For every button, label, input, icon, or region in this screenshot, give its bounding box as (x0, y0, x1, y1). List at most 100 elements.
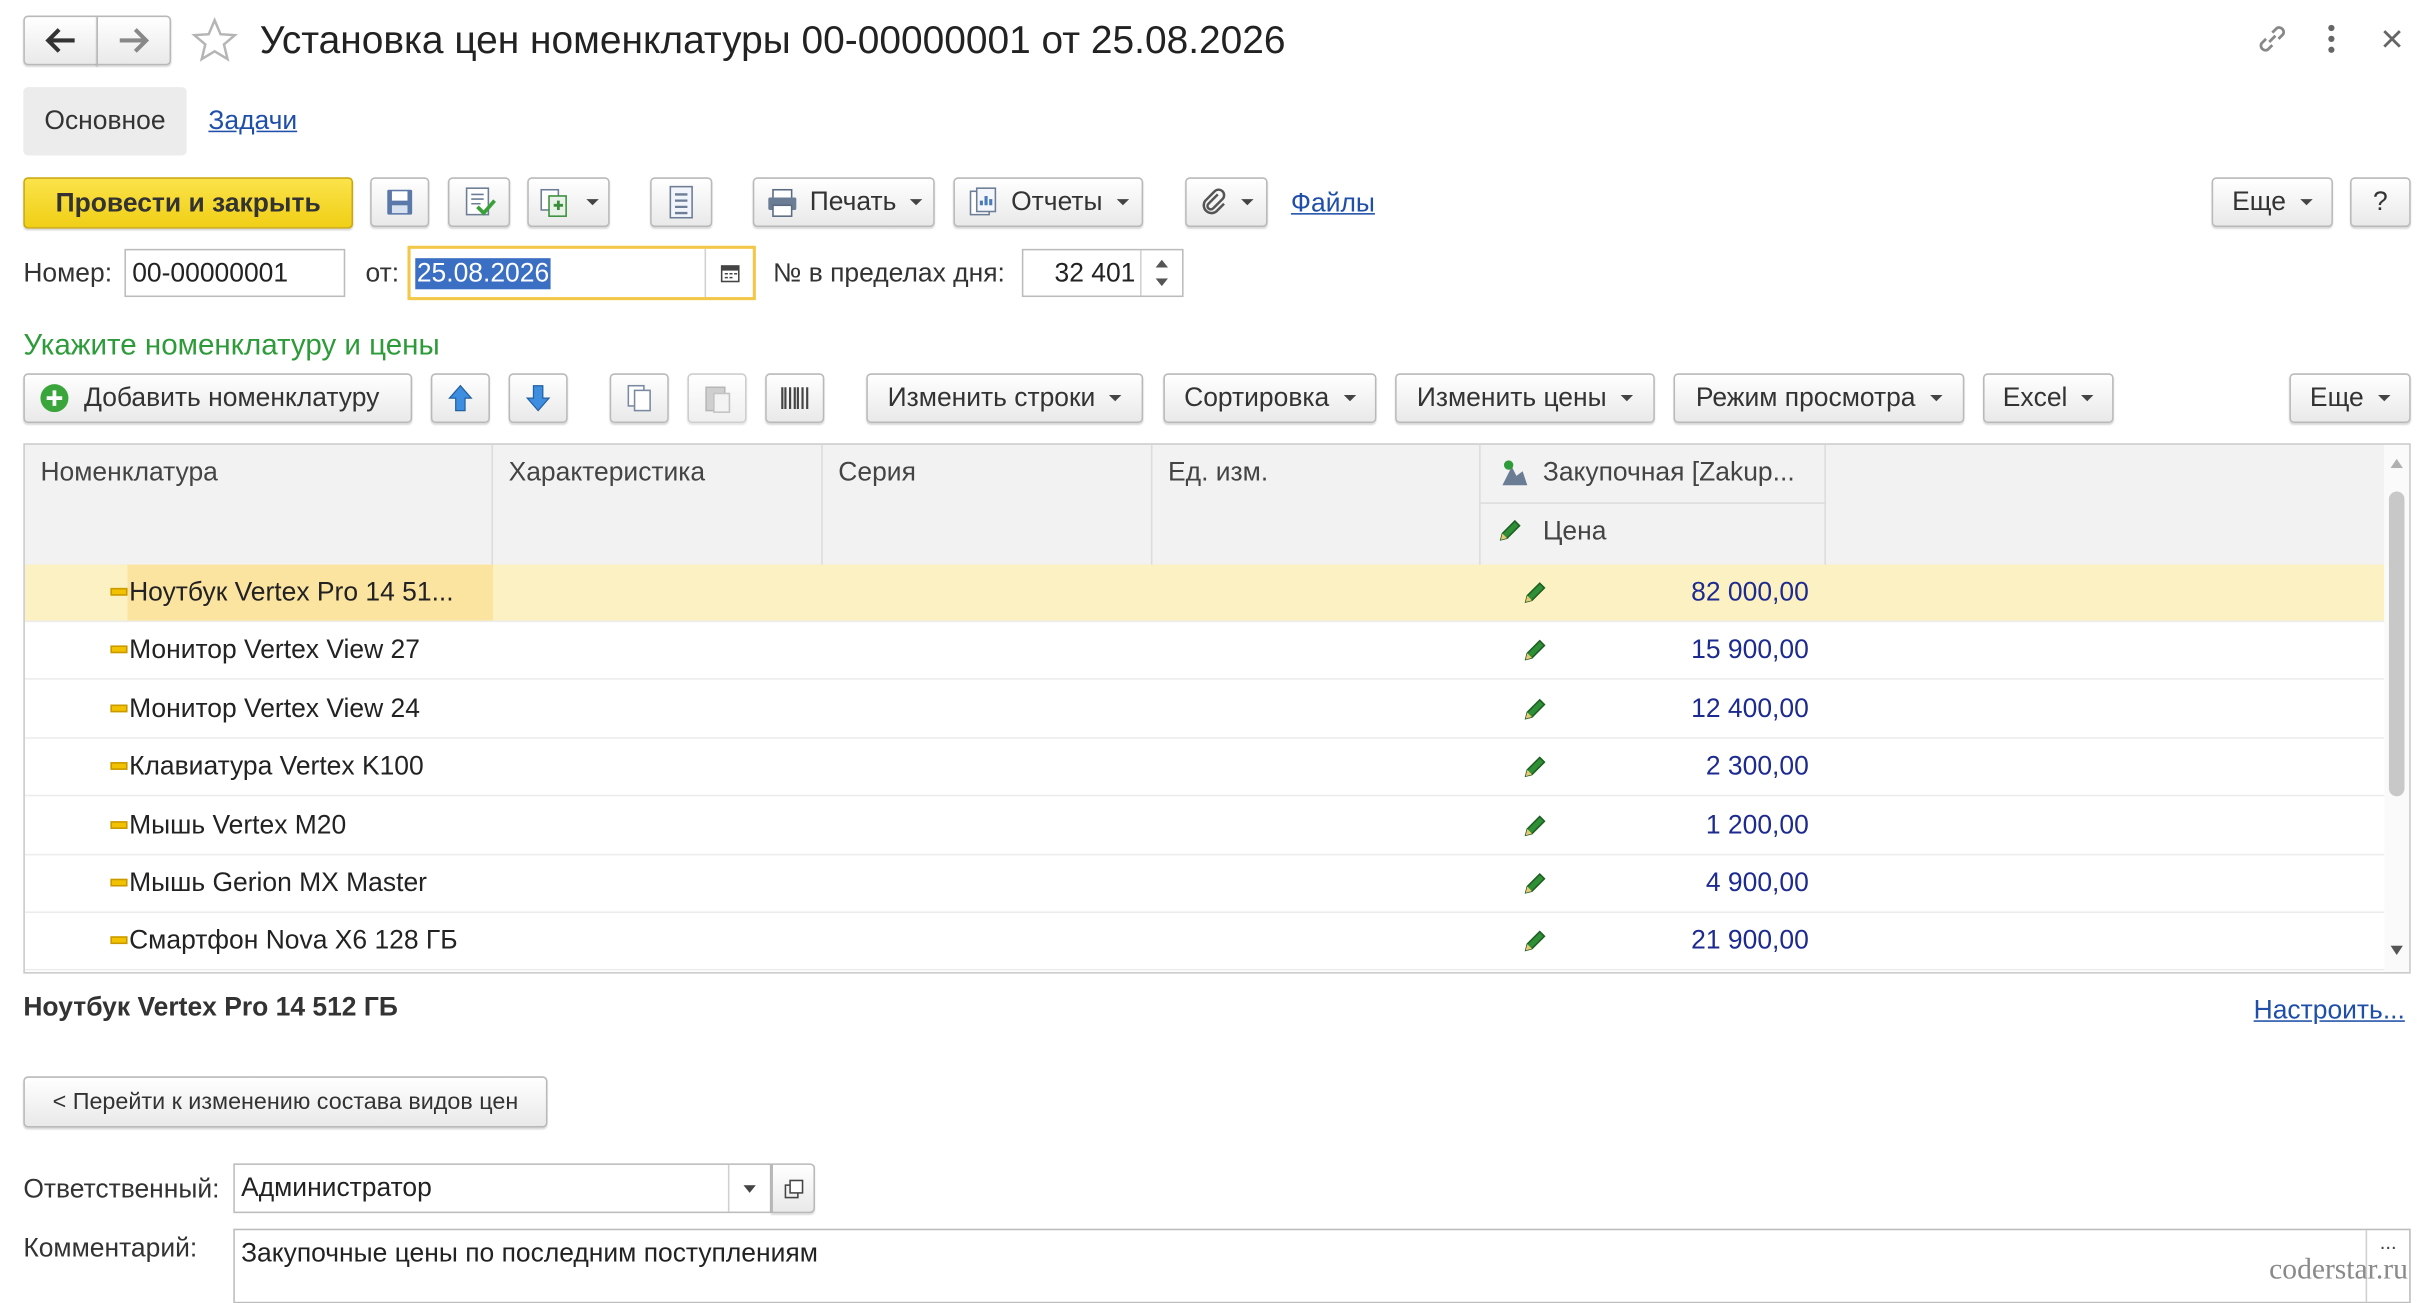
table-row[interactable]: Мышь Gerion MX Master 4 900,00 (24, 855, 2385, 913)
create-based-icon (540, 188, 567, 217)
move-up-button[interactable] (430, 373, 490, 424)
price-cell[interactable]: 15 900,00 (1565, 623, 1809, 679)
close-icon[interactable] (2380, 26, 2405, 51)
spin-up-icon (1155, 259, 1169, 268)
item-name-cell[interactable]: Клавиатура Vertex K100 (128, 739, 493, 795)
change-rows-button[interactable]: Изменить строки (866, 373, 1144, 424)
create-based-on-button[interactable] (527, 177, 610, 228)
table-row[interactable]: Смартфон Nova X6 128 ГБ 21 900,00 (24, 914, 2385, 972)
item-marker-icon (110, 704, 128, 713)
print-button[interactable]: Печать (752, 177, 935, 228)
date-label: от: (365, 258, 400, 288)
item-name-cell[interactable]: Мышь Vertex M20 (128, 797, 493, 853)
list-document-icon (669, 185, 693, 219)
pencil-icon (1521, 695, 1549, 723)
tab-main[interactable]: Основное (23, 87, 187, 156)
chevron-down-icon (743, 1184, 756, 1193)
col-header-price[interactable]: Цена (1481, 503, 1826, 565)
responsible-dropdown-button[interactable] (727, 1164, 770, 1212)
daynum-field[interactable]: 32 401 (1021, 248, 1184, 298)
pencil-icon (1521, 928, 1549, 956)
table-row[interactable]: Монитор Vertex View 24 12 400,00 (24, 681, 2385, 739)
daynum-spinner[interactable] (1140, 250, 1182, 296)
table-row[interactable]: Ноутбук Vertex Pro 14 51... 82 000,00 (24, 564, 2385, 623)
spin-down-icon (1155, 278, 1169, 287)
sort-button[interactable]: Сортировка (1163, 373, 1377, 424)
table-header: Номенклатура Характеристика Серия Ед. из… (24, 444, 2385, 567)
change-prices-button[interactable]: Изменить цены (1395, 373, 1655, 424)
scroll-thumb[interactable] (2388, 491, 2405, 797)
price-cell[interactable]: 4 900,00 (1565, 855, 1809, 911)
number-field[interactable]: 00-00000001 (124, 248, 346, 298)
table-more-button[interactable]: Еще (2289, 373, 2411, 424)
back-button[interactable] (23, 15, 98, 66)
comment-field[interactable]: Закупочные цены по последним поступления… (233, 1228, 2411, 1303)
price-cell[interactable]: 2 300,00 (1565, 739, 1809, 795)
number-label: Номер: (23, 258, 113, 288)
responsible-field[interactable]: Администратор (233, 1163, 772, 1214)
reports-icon (969, 187, 997, 216)
item-marker-icon (110, 936, 128, 945)
journal-button[interactable] (650, 177, 713, 228)
reports-button[interactable]: Отчеты (953, 177, 1144, 228)
open-responsible-button[interactable] (771, 1163, 815, 1214)
item-name-cell[interactable]: Ноутбук Vertex Pro 14 51... (127, 564, 494, 621)
more-vert-icon[interactable] (2321, 23, 2343, 54)
col-header-unit[interactable]: Ед. изм. (1152, 444, 1481, 565)
go-to-price-types-button[interactable]: < Перейти к изменению состава видов цен (23, 1076, 548, 1128)
more-button[interactable]: Еще (2211, 177, 2333, 228)
tab-tasks[interactable]: Задачи (208, 106, 297, 137)
item-name-cell[interactable]: Мышь Gerion MX Master (128, 855, 493, 911)
add-item-button[interactable]: Добавить номенклатуру (23, 373, 413, 424)
section-title: Укажите номенклатуру и цены (23, 329, 440, 363)
item-name-cell[interactable]: Смартфон Nova X6 128 ГБ (128, 914, 493, 970)
date-value: 25.08.2026 (415, 257, 551, 289)
scroll-up-icon[interactable] (2390, 458, 2403, 469)
table-row[interactable]: Монитор Vertex View 27 15 900,00 (24, 623, 2385, 681)
post-document-icon (465, 187, 496, 216)
copy-button[interactable] (609, 373, 669, 424)
date-field[interactable]: 25.08.2026 (407, 245, 756, 301)
col-header-price-type[interactable]: Закупочная [Zakup... (1480, 444, 1826, 504)
price-cell[interactable]: 82 000,00 (1565, 565, 1809, 621)
responsible-label: Ответственный: (23, 1174, 220, 1204)
attach-button[interactable] (1185, 177, 1268, 228)
col-header-characteristic[interactable]: Характеристика (493, 444, 823, 565)
view-mode-button[interactable]: Режим просмотра (1673, 373, 1965, 424)
barcode-button[interactable] (765, 373, 825, 424)
copy-icon (627, 384, 651, 412)
save-button[interactable] (370, 177, 430, 228)
paste-button[interactable] (687, 373, 747, 424)
col-header-item[interactable]: Номенклатура (25, 444, 494, 565)
pencil-icon (1499, 519, 1521, 541)
forward-button[interactable] (96, 15, 172, 66)
add-circle-icon (40, 384, 69, 413)
files-link[interactable]: Файлы (1291, 188, 1375, 219)
excel-button[interactable]: Excel (1983, 373, 2114, 424)
move-down-button[interactable] (508, 373, 568, 424)
calendar-button[interactable] (704, 248, 753, 298)
price-cell[interactable]: 12 400,00 (1565, 681, 1809, 737)
table-row[interactable]: Мышь Vertex M20 1 200,00 (24, 797, 2385, 855)
customize-link[interactable]: Настроить... (2254, 995, 2405, 1026)
item-name-cell[interactable]: Монитор Vertex View 24 (128, 681, 493, 737)
item-name-cell[interactable]: Монитор Vertex View 27 (128, 623, 493, 679)
prices-table[interactable]: Номенклатура Характеристика Серия Ед. из… (23, 443, 2411, 974)
post-button[interactable] (447, 177, 511, 228)
price-cell[interactable]: 1 200,00 (1565, 797, 1809, 853)
scroll-down-icon[interactable] (2390, 945, 2403, 955)
link-icon[interactable] (2255, 22, 2289, 56)
star-icon[interactable] (190, 16, 240, 66)
arrow-right-icon (119, 28, 150, 53)
pencil-icon (1521, 637, 1549, 665)
item-marker-icon (110, 646, 128, 654)
watermark: coderstar.ru (2269, 1253, 2408, 1287)
table-row[interactable]: Клавиатура Vertex K100 2 300,00 (24, 739, 2385, 797)
post-and-close-button[interactable]: Провести и закрыть (23, 177, 354, 229)
window-title: Установка цен номенклатуры 00-00000001 о… (259, 18, 1286, 63)
col-header-series[interactable]: Серия (823, 444, 1153, 565)
price-cell[interactable]: 21 900,00 (1565, 914, 1809, 970)
table-scrollbar[interactable] (2384, 444, 2410, 973)
pencil-icon (1521, 869, 1549, 897)
help-button[interactable]: ? (2350, 177, 2411, 228)
